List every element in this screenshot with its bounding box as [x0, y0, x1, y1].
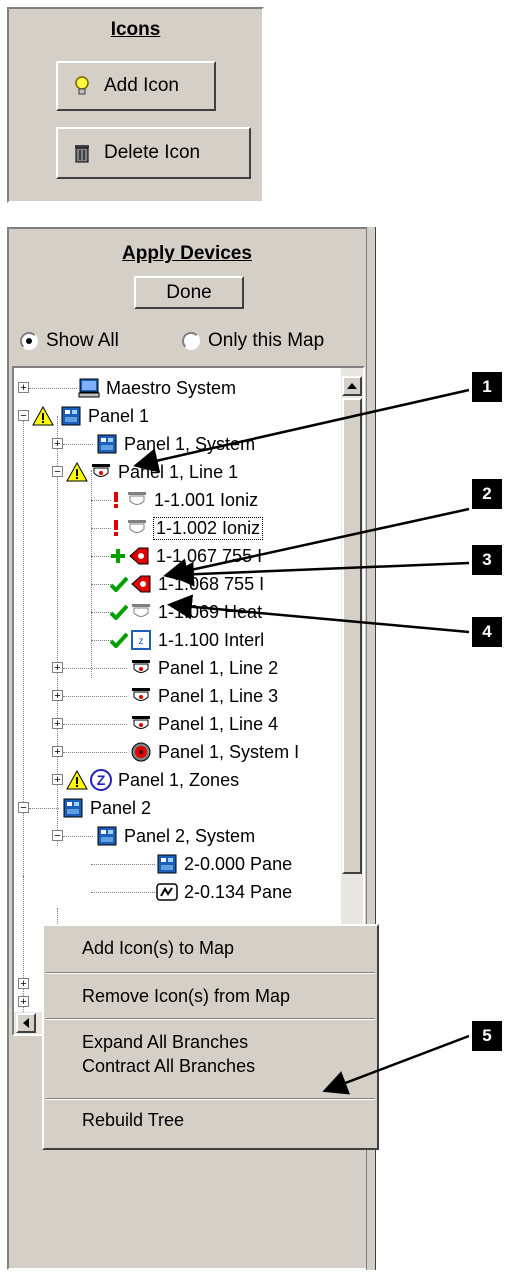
callout-4: 4	[472, 617, 502, 647]
callout-1: 1	[472, 372, 502, 402]
callout-arrow-5	[322, 1034, 470, 1095]
callout-2: 2	[472, 479, 502, 509]
callout-arrow-4	[167, 594, 470, 634]
callout-5: 5	[472, 1021, 502, 1051]
callout-arrow-1	[133, 388, 470, 473]
callout-3: 3	[472, 545, 502, 575]
callout-arrows	[133, 388, 470, 1095]
